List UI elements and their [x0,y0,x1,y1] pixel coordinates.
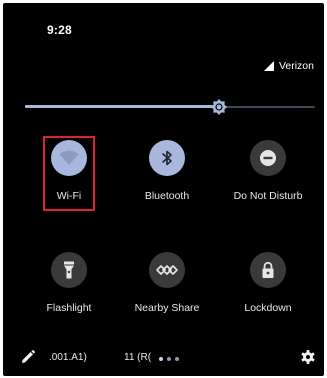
gear-icon[interactable] [301,350,315,369]
tile-nearby-share-toggle[interactable] [149,252,185,288]
tile-bluetooth-toggle[interactable] [149,140,185,176]
status-time: 9:28 [47,23,72,37]
quick-settings-panel: 9:28 Verizon Wi-Fi Bluetooth Do Not Dist… [3,3,324,376]
brightness-fill [25,105,220,108]
tile-flashlight[interactable]: Flashlight [21,252,117,314]
lock-icon [262,261,274,278]
signal-icon [263,61,274,71]
tile-lockdown-toggle[interactable] [250,252,286,288]
tile-bluetooth[interactable]: Bluetooth [119,140,215,202]
tile-do-not-disturb-toggle[interactable] [250,140,286,176]
flashlight-icon [64,261,74,279]
page-indicator [159,357,179,361]
brightness-icon[interactable] [211,99,228,115]
tile-do-not-disturb[interactable]: Do Not Disturb [220,140,316,202]
tile-flashlight-toggle[interactable] [51,252,87,288]
pencil-icon[interactable] [21,350,35,369]
brightness-slider[interactable] [25,99,315,115]
tile-lockdown[interactable]: Lockdown [220,252,316,314]
build-number-right: 11 (R( [124,352,152,363]
tile-do-not-disturb-label: Do Not Disturb [233,190,303,202]
do-not-disturb-icon [260,150,276,166]
page-dot [159,357,163,361]
nearby-share-icon [156,265,178,275]
carrier-name: Verizon [278,60,314,72]
wifi-highlight-box [43,136,95,211]
build-number-left: .001.A1) [49,352,87,363]
footer-bar: .001.A1) 11 (R( [3,348,324,368]
tile-lockdown-label: Lockdown [244,302,292,314]
tile-bluetooth-label: Bluetooth [144,190,190,202]
tile-flashlight-label: Flashlight [46,302,92,314]
bluetooth-icon [162,150,172,166]
page-dot [167,357,171,361]
page-dot [175,357,179,361]
tile-nearby-share-label: Nearby Share [134,302,200,314]
carrier-status: Verizon [263,60,314,72]
tile-nearby-share[interactable]: Nearby Share [119,252,215,314]
